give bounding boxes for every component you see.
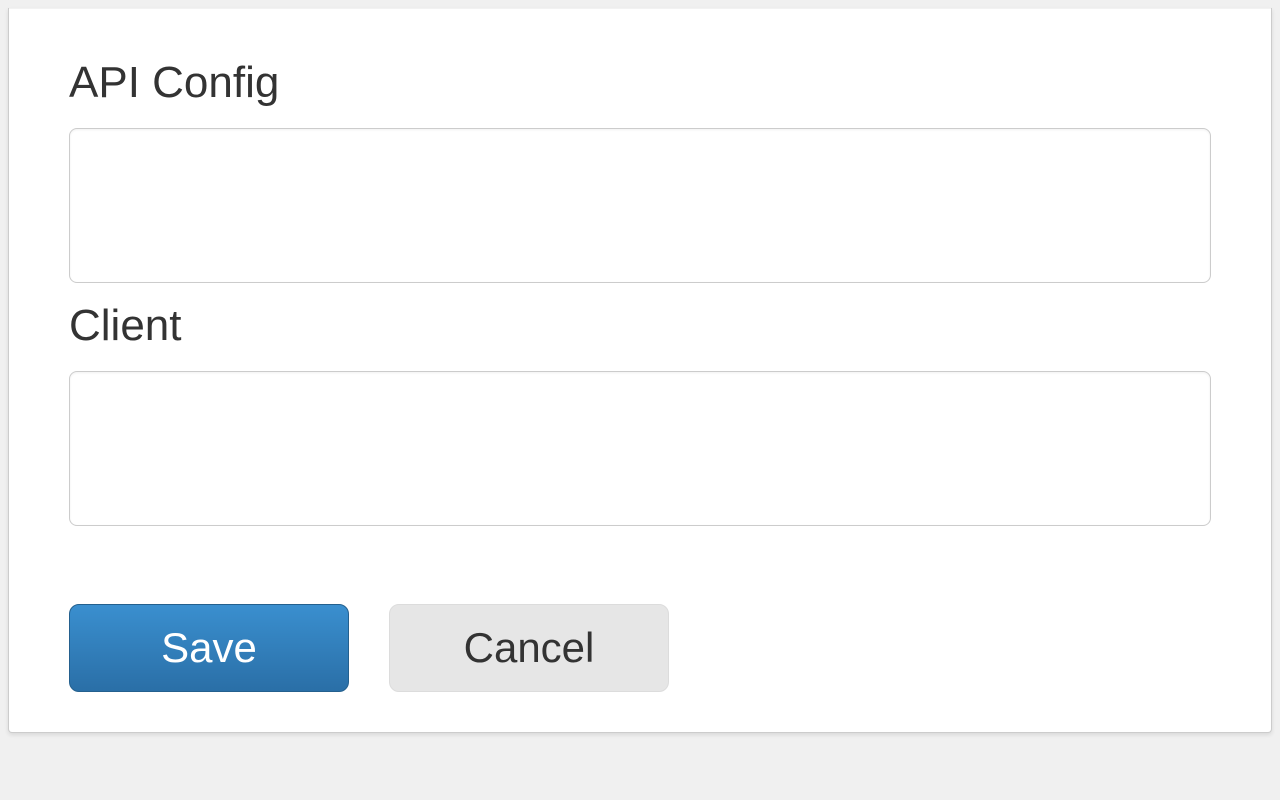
config-form-panel: API Config Client Save Cancel (8, 8, 1272, 733)
button-row: Save Cancel (69, 604, 1211, 692)
save-button[interactable]: Save (69, 604, 349, 692)
cancel-button[interactable]: Cancel (389, 604, 669, 692)
client-label: Client (69, 301, 1211, 351)
api-config-input[interactable] (69, 128, 1211, 283)
api-config-label: API Config (69, 58, 1211, 108)
client-input[interactable] (69, 371, 1211, 526)
